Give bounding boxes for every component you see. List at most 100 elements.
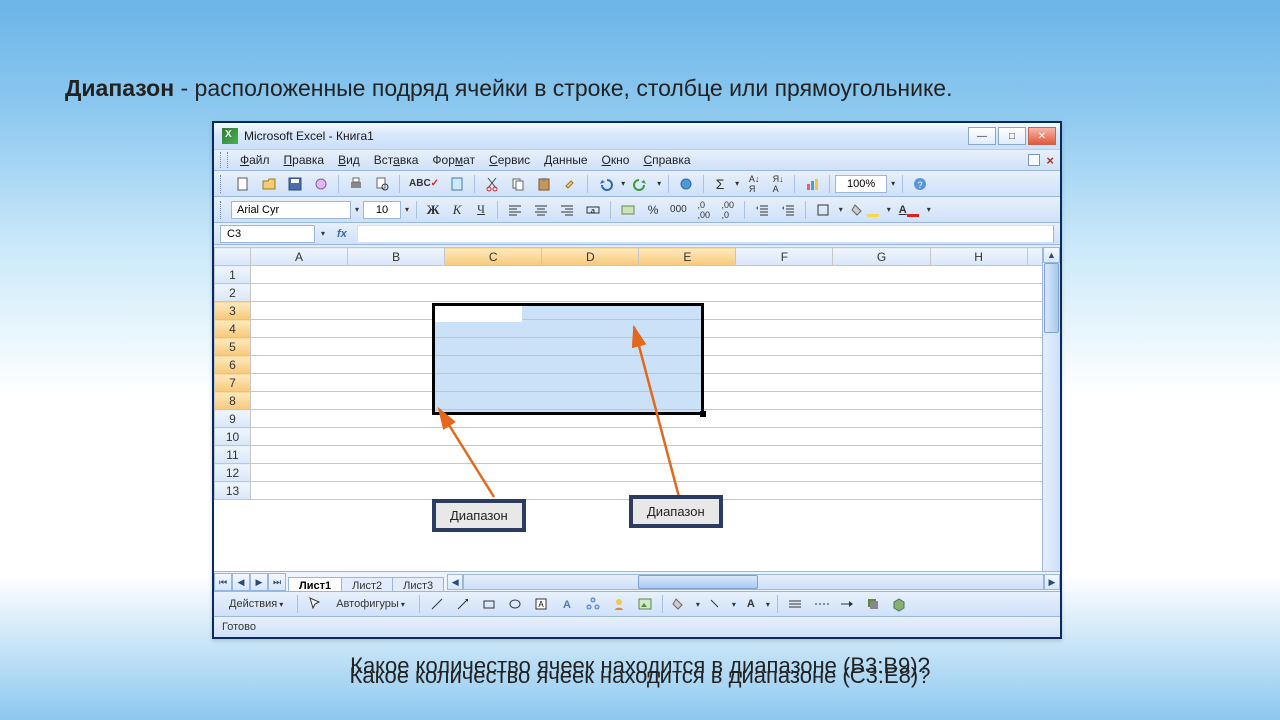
col-header-A[interactable]: A: [251, 248, 348, 266]
align-right-icon[interactable]: [555, 200, 579, 220]
sheet-tab-1[interactable]: Лист1: [288, 577, 342, 592]
textbox-icon[interactable]: A: [529, 594, 553, 614]
menu-min-icon[interactable]: [1028, 154, 1040, 166]
autosum-dropdown-icon[interactable]: ▾: [733, 179, 741, 188]
hyperlink-icon[interactable]: [674, 174, 698, 194]
drawing-actions-menu[interactable]: Действия ▾: [222, 594, 292, 614]
row-header[interactable]: 11: [215, 446, 251, 464]
col-header-E[interactable]: E: [639, 248, 736, 266]
line-style-icon[interactable]: [783, 594, 807, 614]
shadow-icon[interactable]: [861, 594, 885, 614]
doc-close-icon[interactable]: ×: [1046, 153, 1054, 168]
minimize-button[interactable]: —: [968, 127, 996, 145]
undo-icon[interactable]: [593, 174, 617, 194]
format-painter-icon[interactable]: [558, 174, 582, 194]
col-header-C[interactable]: C: [445, 248, 542, 266]
arrow-icon[interactable]: [451, 594, 475, 614]
borders-icon[interactable]: [811, 200, 835, 220]
row-header[interactable]: 9: [215, 410, 251, 428]
new-icon[interactable]: [231, 174, 255, 194]
close-button[interactable]: ✕: [1028, 127, 1056, 145]
save-icon[interactable]: [283, 174, 307, 194]
col-header-H[interactable]: H: [930, 248, 1027, 266]
fill-dropdown-icon[interactable]: ▾: [885, 205, 893, 214]
col-header-B[interactable]: B: [348, 248, 445, 266]
decrease-indent-icon[interactable]: [750, 200, 774, 220]
menu-window[interactable]: Окно: [596, 151, 636, 169]
redo-icon[interactable]: [629, 174, 653, 194]
tab-first-icon[interactable]: ⏮: [214, 573, 232, 591]
row-header[interactable]: 3: [215, 302, 251, 320]
tab-prev-icon[interactable]: ◀: [232, 573, 250, 591]
row-header[interactable]: 4: [215, 320, 251, 338]
borders-dropdown-icon[interactable]: ▾: [837, 205, 845, 214]
sort-asc-icon[interactable]: A↓Я: [743, 174, 765, 194]
copy-icon[interactable]: [506, 174, 530, 194]
increase-indent-icon[interactable]: [776, 200, 800, 220]
fill-color-draw-icon[interactable]: [668, 594, 692, 614]
row-header[interactable]: 8: [215, 392, 251, 410]
row-header[interactable]: 7: [215, 374, 251, 392]
menubar-grip[interactable]: [220, 152, 228, 168]
select-all-corner[interactable]: [215, 248, 251, 266]
col-header-D[interactable]: D: [542, 248, 639, 266]
rectangle-icon[interactable]: [477, 594, 501, 614]
font-color-icon[interactable]: A: [895, 200, 923, 220]
menu-insert[interactable]: Вставка: [368, 151, 425, 169]
menu-help[interactable]: Справка: [637, 151, 696, 169]
line-color-icon[interactable]: [704, 594, 728, 614]
print-preview-icon[interactable]: [370, 174, 394, 194]
sheet-tab-3[interactable]: Лист3: [392, 577, 444, 592]
horizontal-scrollbar[interactable]: ◀ ▶: [447, 573, 1060, 591]
font-color-draw-icon[interactable]: A: [740, 594, 762, 614]
3d-icon[interactable]: [887, 594, 911, 614]
name-box[interactable]: C3: [220, 225, 315, 243]
menu-file[interactable]: Файл: [234, 151, 276, 169]
vertical-scrollbar[interactable]: ▲ ▼: [1042, 247, 1060, 587]
arrow-style-icon[interactable]: [835, 594, 859, 614]
row-header[interactable]: 5: [215, 338, 251, 356]
tab-next-icon[interactable]: ▶: [250, 573, 268, 591]
fontcolor-dropdown-icon[interactable]: ▾: [925, 205, 933, 214]
menu-edit[interactable]: Правка: [278, 151, 331, 169]
row-header[interactable]: 2: [215, 284, 251, 302]
autoshapes-menu[interactable]: Автофигуры ▾: [329, 594, 414, 614]
help-icon[interactable]: ?: [908, 174, 932, 194]
scroll-left-icon[interactable]: ◀: [447, 574, 463, 590]
chart-icon[interactable]: [800, 174, 824, 194]
line-icon[interactable]: [425, 594, 449, 614]
formula-input[interactable]: [357, 225, 1054, 243]
comma-icon[interactable]: 000: [666, 200, 691, 220]
font-select[interactable]: Arial Cyr: [231, 201, 351, 219]
row-header[interactable]: 6: [215, 356, 251, 374]
hscroll-thumb[interactable]: [638, 575, 758, 589]
row-header[interactable]: 10: [215, 428, 251, 446]
clipart-icon[interactable]: [607, 594, 631, 614]
sheet-tab-2[interactable]: Лист2: [341, 577, 393, 592]
select-objects-icon[interactable]: [303, 594, 327, 614]
increase-decimal-icon[interactable]: ,0,00: [693, 200, 715, 220]
scroll-right-icon[interactable]: ▶: [1044, 574, 1060, 590]
currency-icon[interactable]: [616, 200, 640, 220]
dash-style-icon[interactable]: [809, 594, 833, 614]
print-icon[interactable]: [344, 174, 368, 194]
row-header[interactable]: 1: [215, 266, 251, 284]
fx-icon[interactable]: fx: [331, 228, 353, 240]
permissions-icon[interactable]: [309, 174, 333, 194]
font-size-select[interactable]: 10: [363, 201, 401, 219]
diagram-icon[interactable]: [581, 594, 605, 614]
menu-data[interactable]: Данные: [538, 151, 593, 169]
tab-last-icon[interactable]: ⏭: [268, 573, 286, 591]
align-center-icon[interactable]: [529, 200, 553, 220]
zoom-select[interactable]: 100%: [835, 175, 887, 193]
picture-icon[interactable]: [633, 594, 657, 614]
menu-tools[interactable]: Сервис: [483, 151, 536, 169]
size-dropdown-icon[interactable]: ▾: [403, 205, 411, 214]
toolbar-grip-1[interactable]: [220, 175, 226, 193]
undo-dropdown-icon[interactable]: ▾: [619, 179, 627, 188]
menu-view[interactable]: Вид: [332, 151, 366, 169]
bold-button[interactable]: Ж: [422, 200, 444, 220]
paste-icon[interactable]: [532, 174, 556, 194]
italic-button[interactable]: К: [446, 200, 468, 220]
cut-icon[interactable]: [480, 174, 504, 194]
